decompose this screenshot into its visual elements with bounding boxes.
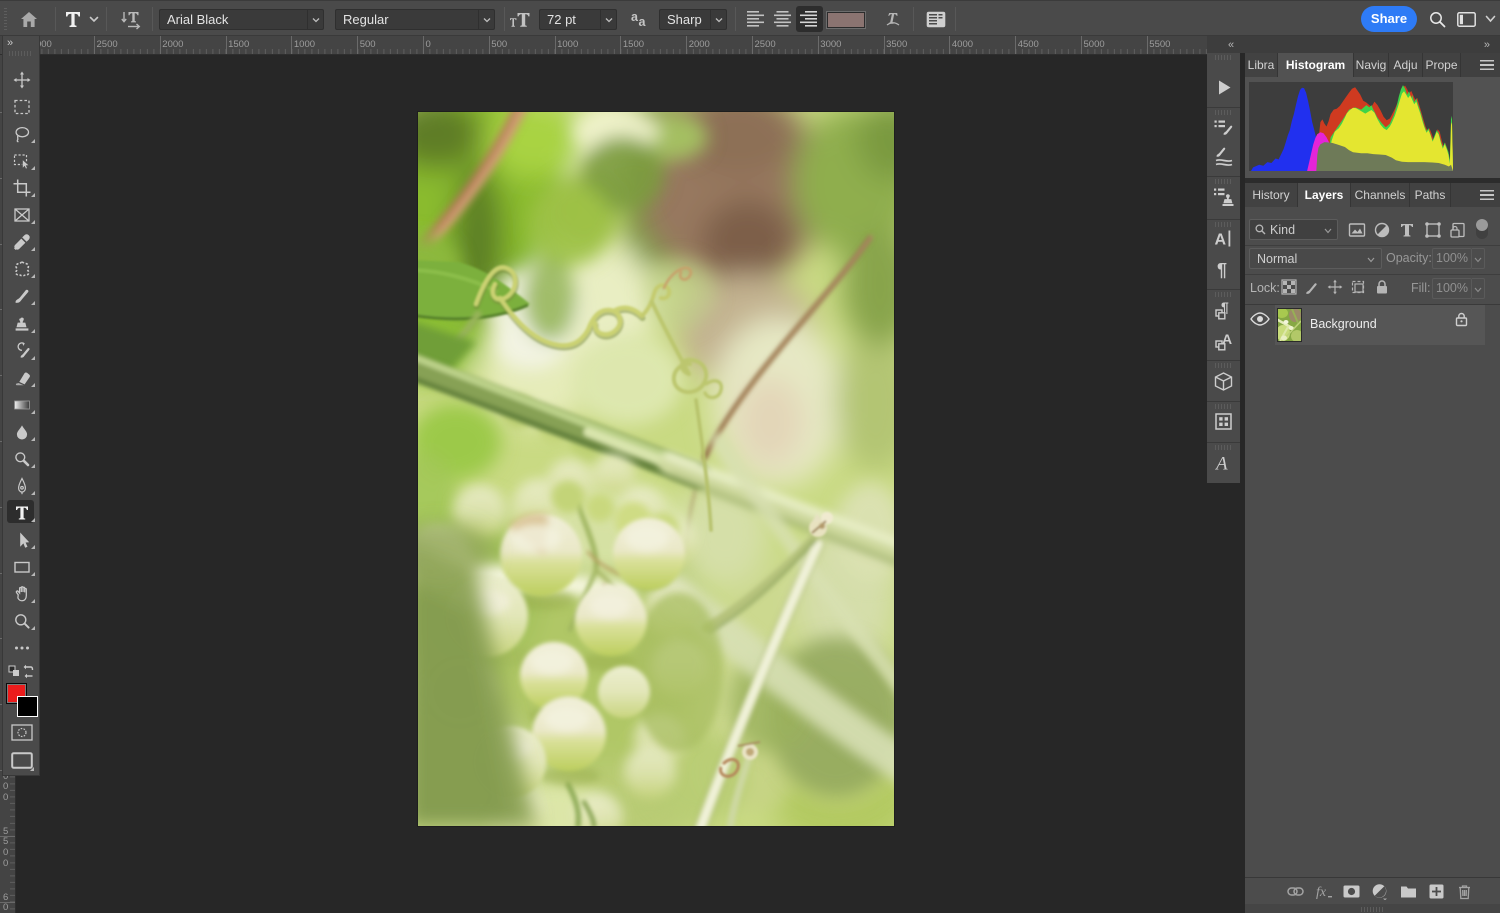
svg-text:A: A: [1215, 232, 1227, 249]
svg-text:fx: fx: [1316, 885, 1327, 900]
svg-text:A: A: [1214, 454, 1228, 474]
svg-text:a: a: [639, 15, 647, 29]
svg-text:¶: ¶: [1217, 260, 1227, 280]
